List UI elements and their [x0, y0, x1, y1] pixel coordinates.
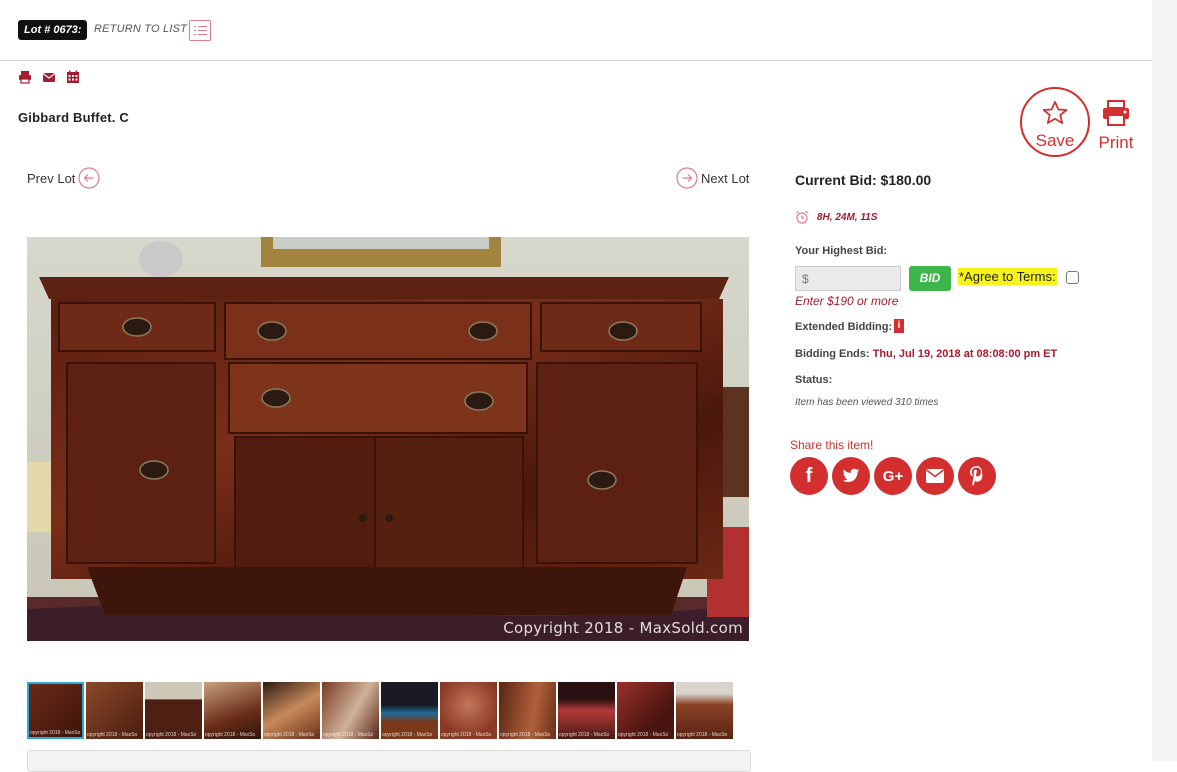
description-panel: [27, 750, 751, 772]
thumb-watermark: opyright 2018 - MaxSo: [264, 732, 315, 738]
thumb-watermark: opyright 2018 - MaxSo: [382, 732, 433, 738]
star-icon: [1042, 101, 1068, 124]
next-lot-label: Next Lot: [701, 170, 750, 186]
thumbnail[interactable]: opyright 2018 - MaxSo: [440, 682, 497, 739]
twitter-icon: [842, 468, 860, 483]
thumb-watermark: opyright 2018 - MaxSo: [618, 732, 669, 738]
thumb-watermark: opyright 2018 - MaxSo: [441, 732, 492, 738]
thumbnail[interactable]: opyright 2018 - MaxSo: [558, 682, 615, 739]
bid-amount-input[interactable]: [795, 266, 901, 291]
thumbnail[interactable]: opyright 2018 - MaxSo: [322, 682, 379, 739]
bidding-ends-label: Bidding Ends:: [795, 348, 870, 360]
bid-button[interactable]: BID: [909, 266, 951, 291]
print-icon: [1103, 100, 1129, 126]
thumbnail[interactable]: opyright 2018 - MaxSo: [263, 682, 320, 739]
bidding-ends-value: Thu, Jul 19, 2018 at 08:08:00 pm ET: [872, 348, 1058, 360]
thumbnail[interactable]: opyright 2018 - MaxSo: [381, 682, 438, 739]
extended-bidding-label: Extended Bidding:: [795, 321, 893, 333]
agree-terms-checkbox[interactable]: [1066, 271, 1079, 284]
item-tools: [18, 70, 80, 84]
facebook-share-button[interactable]: f: [790, 457, 828, 495]
share-buttons: f G+: [790, 457, 996, 495]
prev-lot-label: Prev Lot: [27, 170, 76, 186]
lot-number-badge: Lot # 0673:: [18, 20, 88, 40]
pinterest-icon: [970, 466, 983, 486]
email-share-button[interactable]: [916, 457, 954, 495]
email-icon[interactable]: [42, 70, 56, 84]
thumbnail[interactable]: opyright 2018 - MaxSo: [86, 682, 143, 739]
print-label: Print: [1098, 133, 1134, 152]
pinterest-share-button[interactable]: [958, 457, 996, 495]
googleplus-icon: G+: [882, 467, 904, 485]
list-icon[interactable]: [189, 20, 211, 41]
print-button[interactable]: Print: [1096, 100, 1136, 153]
arrow-left-icon: [78, 167, 101, 189]
bidding-ends: Bidding Ends: Thu, Jul 19, 2018 at 08:08…: [795, 348, 1057, 360]
time-left-value: 8H, 24M, 11S: [817, 211, 878, 223]
status-label: Status:: [795, 374, 833, 386]
save-button[interactable]: Save: [1020, 87, 1090, 157]
thumbnail[interactable]: opyright 2018 - MaxSo: [499, 682, 556, 739]
thumb-watermark: opyright 2018 - MaxSo: [500, 732, 551, 738]
highest-bid-label: Your Highest Bid:: [795, 245, 888, 257]
return-to-list-link[interactable]: RETURN TO LIST: [94, 23, 187, 35]
main-item-image[interactable]: Copyright 2018 - MaxSold.com: [27, 237, 749, 641]
time-left: 8H, 24M, 11S: [795, 210, 877, 224]
save-label: Save: [1035, 131, 1075, 150]
thumb-watermark: opyright 2018 - MaxSo: [205, 732, 256, 738]
view-count: Item has been viewed 310 times: [795, 397, 939, 408]
thumbnail[interactable]: opyright 2018 - MaxSo: [27, 682, 84, 739]
page-right-gutter: [1152, 0, 1177, 761]
item-title: Gibbard Buffet. C: [18, 110, 130, 125]
calendar-icon[interactable]: [66, 70, 80, 84]
top-bar: Lot # 0673: RETURN TO LIST: [0, 0, 1152, 61]
current-bid: Current Bid: $180.00: [795, 172, 932, 188]
thumb-watermark: opyright 2018 - MaxSo: [323, 732, 374, 738]
buffet-photo: [27, 237, 749, 641]
print-icon[interactable]: [18, 70, 32, 84]
min-bid-hint: Enter $190 or more: [795, 294, 899, 308]
share-title: Share this item!: [790, 438, 874, 452]
arrow-right-icon: [676, 167, 698, 189]
alarm-clock-icon: [796, 210, 808, 224]
thumbnail-strip: opyright 2018 - MaxSo opyright 2018 - Ma…: [27, 682, 749, 739]
thumbnail[interactable]: opyright 2018 - MaxSo: [617, 682, 674, 739]
prev-lot-link[interactable]: Prev Lot: [27, 167, 101, 189]
thumb-watermark: opyright 2018 - MaxSo: [146, 732, 197, 738]
agree-terms-label: *Agree to Terms:: [958, 268, 1057, 285]
thumb-watermark: opyright 2018 - MaxSo: [30, 730, 81, 736]
thumbnail[interactable]: opyright 2018 - MaxSo: [204, 682, 261, 739]
thumbnail[interactable]: opyright 2018 - MaxSo: [676, 682, 733, 739]
twitter-share-button[interactable]: [832, 457, 870, 495]
image-watermark: Copyright 2018 - MaxSold.com: [503, 619, 743, 637]
info-icon[interactable]: i: [894, 319, 904, 333]
facebook-icon: f: [805, 464, 813, 487]
thumb-watermark: opyright 2018 - MaxSo: [677, 732, 728, 738]
thumbnail[interactable]: opyright 2018 - MaxSo: [145, 682, 202, 739]
thumb-watermark: opyright 2018 - MaxSo: [87, 732, 138, 738]
envelope-icon: [926, 469, 944, 483]
googleplus-share-button[interactable]: G+: [874, 457, 912, 495]
next-lot-link[interactable]: Next Lot: [676, 167, 749, 189]
thumb-watermark: opyright 2018 - MaxSo: [559, 732, 610, 738]
